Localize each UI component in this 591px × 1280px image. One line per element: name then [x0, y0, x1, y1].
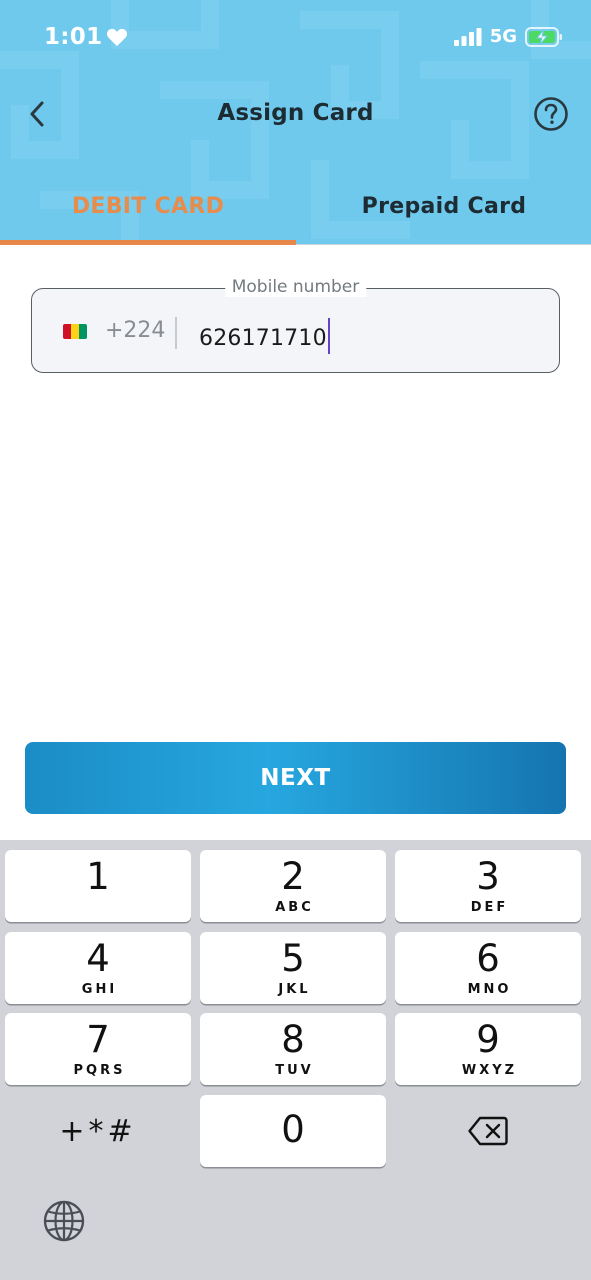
help-button[interactable] — [533, 96, 569, 132]
tab-prepaid-card[interactable]: Prepaid Card — [296, 176, 591, 245]
key-digit: 8 — [281, 1018, 305, 1061]
key-letters: DEF — [470, 900, 509, 915]
key-letters: JKL — [278, 982, 311, 997]
key-digit: 2 — [281, 855, 305, 898]
key-letters: ABC — [275, 900, 314, 915]
key-8[interactable]: 8 TUV — [200, 1013, 386, 1085]
key-0[interactable]: 0 — [200, 1095, 386, 1167]
status-icons: 5G — [453, 26, 563, 47]
key-letters: GHI — [81, 982, 118, 997]
tab-debit-card[interactable]: DEBIT CARD — [0, 176, 296, 245]
key-digit: 9 — [476, 1018, 500, 1061]
active-tab-indicator — [0, 240, 296, 245]
key-letters: MNO — [467, 982, 512, 997]
globe-icon — [43, 1200, 85, 1242]
numeric-keyboard: 1 2 ABC 3 DEF 4 GHI 5 JKL 6 MNO 7 PQRS 8… — [0, 840, 591, 1280]
key-letters: PQRS — [73, 1063, 126, 1078]
key-digit: 5 — [281, 937, 305, 980]
status-bar: 1:01 5G — [0, 0, 591, 76]
next-button[interactable]: NEXT — [25, 742, 566, 814]
nav-bar: Assign Card — [0, 88, 591, 140]
backspace-icon — [468, 1116, 508, 1146]
globe-key[interactable] — [38, 1195, 90, 1247]
network-label: 5G — [489, 26, 517, 47]
key-digit: 1 — [86, 855, 110, 898]
status-time: 1:01 — [44, 24, 128, 50]
symbols-key[interactable]: +*# — [5, 1095, 191, 1167]
key-7[interactable]: 7 PQRS — [5, 1013, 191, 1085]
key-3[interactable]: 3 DEF — [395, 850, 581, 922]
key-digit: 0 — [281, 1108, 305, 1151]
phone-number-value: 626171710 — [199, 326, 327, 351]
key-digit: 7 — [86, 1018, 110, 1061]
key-digit: 3 — [476, 855, 500, 898]
guinea-flag-icon[interactable] — [63, 324, 87, 339]
question-circle-icon — [534, 97, 568, 131]
mobile-number-label: Mobile number — [224, 277, 367, 297]
text-caret — [327, 318, 330, 354]
key-digit: 6 — [476, 937, 500, 980]
phone-number-input[interactable]: 626171710 — [199, 318, 330, 354]
key-9[interactable]: 9 WXYZ — [395, 1013, 581, 1085]
key-4[interactable]: 4 GHI — [5, 932, 191, 1004]
signal-icon — [453, 27, 482, 46]
key-6[interactable]: 6 MNO — [395, 932, 581, 1004]
battery-charging-icon — [525, 26, 562, 47]
key-2[interactable]: 2 ABC — [200, 850, 386, 922]
page-title: Assign Card — [217, 100, 374, 126]
key-letters: TUV — [275, 1063, 314, 1078]
app-header: 1:01 5G Assign Card DEBIT CARD Prepaid C… — [0, 0, 591, 245]
key-1[interactable]: 1 — [5, 850, 191, 922]
card-type-tabs: DEBIT CARD Prepaid Card — [0, 176, 591, 245]
mobile-number-field[interactable]: Mobile number +224 626171710 — [31, 277, 560, 373]
heart-icon — [107, 28, 128, 47]
key-5[interactable]: 5 JKL — [200, 932, 386, 1004]
field-divider — [175, 317, 177, 349]
country-code[interactable]: +224 — [105, 318, 165, 343]
key-letters: WXYZ — [461, 1063, 518, 1078]
backspace-key[interactable] — [395, 1095, 581, 1167]
key-digit: 4 — [86, 937, 110, 980]
